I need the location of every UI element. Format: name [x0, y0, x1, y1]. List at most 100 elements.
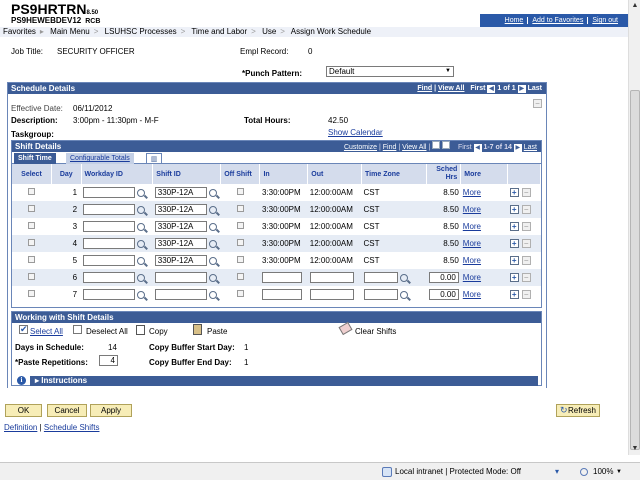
row-more-link[interactable]: More	[463, 290, 481, 299]
show-calendar-link[interactable]: Show Calendar	[328, 128, 383, 137]
shift-view-all-link[interactable]: View All	[402, 144, 426, 151]
horizontal-scrollbar[interactable]	[0, 455, 628, 462]
time-zone-lookup-icon[interactable]	[399, 290, 408, 299]
workday-id-input[interactable]	[83, 187, 136, 198]
delete-row-icon[interactable]: −	[521, 205, 531, 214]
grid-icon[interactable]	[442, 141, 451, 149]
zoom-level[interactable]: 100%	[593, 466, 613, 478]
breadcrumb-use[interactable]: Use	[262, 27, 276, 36]
time-zone-input[interactable]	[363, 289, 398, 300]
delete-row-icon[interactable]: −	[521, 273, 531, 282]
shift-id-input[interactable]: 330P-12A	[154, 221, 207, 232]
shift-id-input[interactable]	[154, 272, 207, 283]
shift-lookup-icon[interactable]	[208, 222, 217, 231]
row-select-checkbox[interactable]	[28, 290, 36, 297]
off-shift-checkbox[interactable]	[236, 239, 244, 246]
time-zone-lookup-icon[interactable]	[399, 273, 408, 282]
zoom-dropdown-icon[interactable]: ▼	[616, 466, 622, 478]
row-more-link[interactable]: More	[463, 256, 481, 265]
row-more-link[interactable]: More	[463, 239, 481, 248]
off-shift-checkbox[interactable]	[236, 222, 244, 229]
paste-icon[interactable]	[193, 324, 202, 335]
next-arrow-icon[interactable]: ▶	[517, 85, 526, 93]
copy-icon[interactable]	[136, 325, 145, 335]
clear-shifts-button[interactable]: Clear Shifts	[355, 327, 396, 336]
definition-link[interactable]: Definition	[4, 423, 37, 432]
sched-hrs-input[interactable]: 0.00	[428, 272, 459, 283]
off-shift-checkbox[interactable]	[236, 273, 244, 280]
schedule-shifts-link[interactable]: Schedule Shifts	[44, 423, 100, 432]
out-time-input[interactable]	[309, 289, 354, 300]
breadcrumb-lsuhsc[interactable]: LSUHSC Processes	[105, 27, 177, 36]
workday-lookup-icon[interactable]	[137, 222, 146, 231]
row-select-checkbox[interactable]	[28, 222, 36, 229]
row-more-link[interactable]: More	[463, 205, 481, 214]
workday-lookup-icon[interactable]	[137, 273, 146, 282]
off-shift-checkbox[interactable]	[236, 290, 244, 297]
shift-lookup-icon[interactable]	[208, 290, 217, 299]
in-time-input[interactable]	[261, 272, 302, 283]
workday-lookup-icon[interactable]	[137, 256, 146, 265]
add-row-icon[interactable]: +	[509, 256, 519, 265]
breadcrumb-main-menu[interactable]: Main Menu	[50, 27, 90, 36]
row-select-checkbox[interactable]	[28, 188, 36, 195]
scroll-thumb[interactable]	[630, 90, 640, 450]
sign-out-link[interactable]: Sign out	[587, 17, 622, 24]
apply-button[interactable]: Apply	[90, 404, 132, 417]
row-more-link[interactable]: More	[463, 222, 481, 231]
collapse-icon[interactable]: −	[533, 99, 542, 108]
shift-lookup-icon[interactable]	[208, 188, 217, 197]
sched-hrs-input[interactable]: 0.00	[428, 289, 459, 300]
tab-configurable-totals[interactable]: Configurable Totals	[66, 153, 134, 164]
deselect-all-checkbox-icon[interactable]	[73, 325, 82, 334]
workday-lookup-icon[interactable]	[137, 290, 146, 299]
show-all-columns-icon[interactable]: ▥	[146, 153, 162, 164]
shift-id-input[interactable]: 330P-12A	[154, 238, 207, 249]
add-row-icon[interactable]: +	[509, 188, 519, 197]
delete-row-icon[interactable]: −	[521, 239, 531, 248]
shift-customize-link[interactable]: Customize	[344, 144, 377, 151]
off-shift-checkbox[interactable]	[236, 205, 244, 212]
paste-repetitions-input[interactable]: 4	[99, 355, 118, 366]
shift-id-input[interactable]	[154, 289, 207, 300]
zoom-icon[interactable]	[580, 468, 588, 476]
time-zone-input[interactable]	[363, 272, 398, 283]
select-all-button[interactable]: Select All	[30, 327, 63, 336]
delete-row-icon[interactable]: −	[521, 222, 531, 231]
add-row-icon[interactable]: +	[509, 239, 519, 248]
row-select-checkbox[interactable]	[28, 256, 36, 263]
workday-id-input[interactable]	[83, 272, 136, 283]
shift-id-input[interactable]: 330P-12A	[154, 187, 207, 198]
row-more-link[interactable]: More	[463, 273, 481, 282]
out-time-input[interactable]	[309, 272, 354, 283]
breadcrumb-assign-work-schedule[interactable]: Assign Work Schedule	[291, 27, 371, 36]
in-time-input[interactable]	[261, 289, 302, 300]
breadcrumb-time-labor[interactable]: Time and Labor	[191, 27, 247, 36]
deselect-all-button[interactable]: Deselect All	[86, 327, 128, 336]
schedule-view-all-link[interactable]: View All	[438, 85, 464, 92]
workday-id-input[interactable]	[83, 204, 136, 215]
workday-id-input[interactable]	[83, 289, 136, 300]
refresh-button[interactable]: ↻ Refresh	[556, 404, 600, 417]
add-row-icon[interactable]: +	[509, 222, 519, 231]
breadcrumb-favorites[interactable]: Favorites	[3, 27, 36, 36]
shift-lookup-icon[interactable]	[208, 273, 217, 282]
shift-lookup-icon[interactable]	[208, 256, 217, 265]
shift-prev-arrow-icon[interactable]: ◀	[473, 144, 482, 152]
vertical-scrollbar[interactable]: ▲ ▼	[628, 0, 640, 455]
punch-pattern-select[interactable]: Default ▼	[326, 66, 454, 77]
add-row-icon[interactable]: +	[509, 273, 519, 282]
home-link[interactable]: Home	[501, 17, 528, 24]
add-row-icon[interactable]: +	[509, 205, 519, 214]
row-select-checkbox[interactable]	[28, 205, 36, 212]
cancel-button[interactable]: Cancel	[47, 404, 87, 417]
shift-last-link[interactable]: Last	[524, 144, 537, 151]
instructions-expander[interactable]: ▸ Instructions	[30, 376, 538, 386]
workday-id-input[interactable]	[83, 238, 136, 249]
off-shift-checkbox[interactable]	[236, 188, 244, 195]
paste-button[interactable]: Paste	[207, 327, 227, 336]
off-shift-checkbox[interactable]	[236, 256, 244, 263]
add-row-icon[interactable]: +	[509, 290, 519, 299]
shift-lookup-icon[interactable]	[208, 205, 217, 214]
tab-shift-time[interactable]: Shift Time	[14, 153, 56, 164]
